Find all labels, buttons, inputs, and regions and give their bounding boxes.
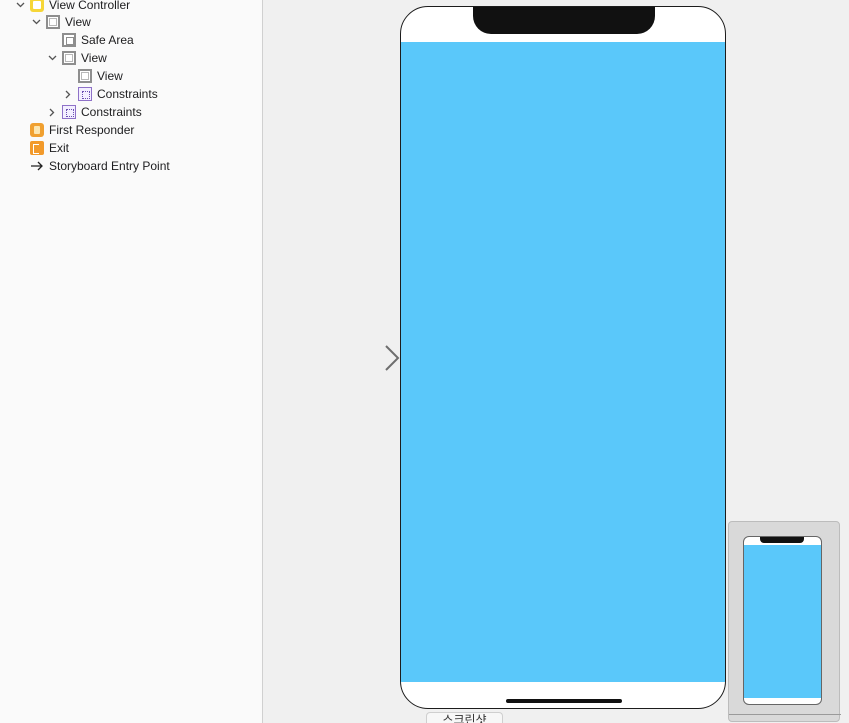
outline-item-label: Exit [49, 141, 70, 155]
first-responder-icon [30, 123, 44, 137]
outline-item-first-responder[interactable]: First Responder [30, 121, 134, 139]
minimap-view-content [744, 545, 821, 698]
canvas-minimap[interactable] [728, 521, 841, 722]
device-notch [473, 7, 655, 34]
minimap-device-frame [743, 536, 822, 705]
entry-point-arrow-icon [30, 159, 44, 173]
outline-item-label: View Controller [49, 0, 131, 12]
outline-item-label: Constraints [81, 105, 142, 119]
chevron-down-icon[interactable] [14, 0, 26, 11]
view-icon [62, 51, 76, 65]
outline-item-safe-area[interactable]: Safe Area [62, 31, 134, 49]
scene-tab[interactable]: 스크린샷 [426, 712, 503, 723]
outline-item-label: First Responder [49, 123, 135, 137]
safe-area-icon [62, 33, 76, 47]
view-content[interactable] [401, 42, 725, 682]
outline-item-constraints[interactable]: Constraints [46, 103, 142, 121]
outline-item-constraints-inner[interactable]: Constraints [62, 85, 158, 103]
constraints-icon [62, 105, 76, 119]
outline-item-label: Constraints [97, 87, 158, 101]
outline-item-label: View [65, 15, 91, 29]
outline-item-view-leaf[interactable]: View [78, 67, 123, 85]
outline-item-entry-point[interactable]: Storyboard Entry Point [30, 157, 170, 175]
chevron-right-icon[interactable] [46, 106, 58, 118]
view-controller-icon [30, 0, 44, 12]
exit-icon [30, 141, 44, 155]
view-icon [46, 15, 60, 29]
outline-item-view-controller[interactable]: View Controller [14, 0, 130, 14]
constraints-icon [78, 87, 92, 101]
outline-item-label: View [97, 69, 123, 83]
device-frame[interactable] [400, 6, 726, 709]
outline-item-exit[interactable]: Exit [30, 139, 69, 157]
view-icon [78, 69, 92, 83]
outline-item-label: Safe Area [81, 33, 134, 47]
chevron-down-icon[interactable] [46, 52, 58, 64]
chevron-down-icon[interactable] [30, 16, 42, 28]
outline-item-view-inner[interactable]: View [46, 49, 107, 67]
storyboard-entry-arrow-icon[interactable] [320, 342, 402, 374]
outline-item-label: View [81, 51, 107, 65]
outline-item-label: Storyboard Entry Point [49, 159, 170, 173]
home-indicator [506, 699, 622, 703]
minimap-notch [760, 537, 804, 543]
minimap-divider [729, 714, 841, 715]
chevron-right-icon[interactable] [62, 88, 74, 100]
outline-item-view[interactable]: View [30, 13, 91, 31]
document-outline: View Controller View Safe Area View View… [0, 0, 263, 723]
